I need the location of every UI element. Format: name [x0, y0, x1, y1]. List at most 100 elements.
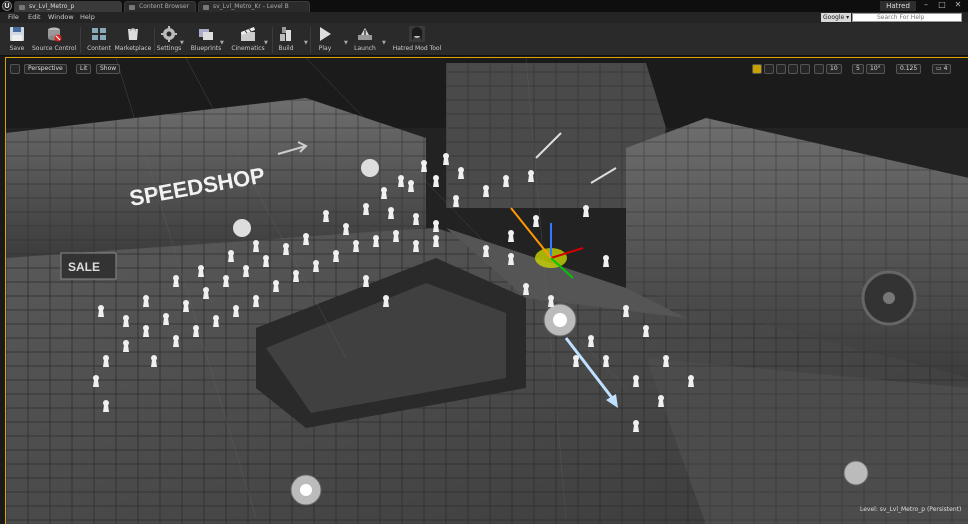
player-start-marker[interactable] — [383, 295, 389, 307]
grid-size-button[interactable]: 10 — [826, 64, 842, 74]
player-start-marker[interactable] — [163, 313, 169, 325]
grid-snap-icon[interactable] — [814, 64, 824, 74]
player-start-marker[interactable] — [483, 245, 489, 257]
player-start-marker[interactable] — [283, 243, 289, 255]
marketplace-button[interactable]: Marketplace — [114, 24, 152, 55]
player-start-marker[interactable] — [313, 260, 319, 272]
search-provider-dropdown[interactable]: Google ▾ — [821, 13, 851, 22]
player-start-marker[interactable] — [398, 175, 404, 187]
tab-content-browser[interactable]: Content Browser — [124, 1, 196, 12]
scale-snap-button[interactable]: 0.125 — [896, 64, 922, 74]
player-start-marker[interactable] — [98, 305, 104, 317]
player-start-marker[interactable] — [213, 315, 219, 327]
player-start-marker[interactable] — [151, 355, 157, 367]
level-viewport[interactable]: SALE SPEEDSHOP Perspective Lit Show 10 5… — [5, 57, 968, 524]
player-start-marker[interactable] — [603, 255, 609, 267]
settings-button[interactable]: Settings ▼ — [156, 24, 184, 55]
translate-snap-icon[interactable] — [752, 64, 762, 74]
player-start-marker[interactable] — [323, 210, 329, 222]
scene-render[interactable]: SALE SPEEDSHOP — [6, 58, 968, 524]
menu-file[interactable]: File — [8, 13, 19, 21]
player-start-marker[interactable] — [408, 180, 414, 192]
menu-edit[interactable]: Edit — [28, 13, 41, 21]
player-start-marker[interactable] — [343, 223, 349, 235]
player-start-marker[interactable] — [588, 335, 594, 347]
viewport-options-icon[interactable] — [10, 64, 20, 74]
player-start-marker[interactable] — [583, 205, 589, 217]
player-start-marker[interactable] — [643, 325, 649, 337]
grid-toggle-icon[interactable] — [764, 64, 774, 74]
player-start-marker[interactable] — [503, 175, 509, 187]
player-start-marker[interactable] — [103, 400, 109, 412]
player-start-marker[interactable] — [433, 175, 439, 187]
player-start-marker[interactable] — [388, 207, 394, 219]
player-start-marker[interactable] — [688, 375, 694, 387]
player-start-marker[interactable] — [123, 315, 129, 327]
player-start-marker[interactable] — [253, 295, 259, 307]
play-button[interactable]: Play ▼ — [314, 24, 348, 55]
player-start-marker[interactable] — [93, 375, 99, 387]
player-start-marker[interactable] — [458, 167, 464, 179]
player-start-marker[interactable] — [353, 240, 359, 252]
hatred-mod-tool-button[interactable]: Hatred Mod Tool — [392, 24, 442, 55]
player-start-marker[interactable] — [203, 287, 209, 299]
player-start-marker[interactable] — [223, 275, 229, 287]
cinematics-button[interactable]: Cinematics ▼ — [230, 24, 268, 55]
player-start-marker[interactable] — [508, 230, 514, 242]
player-start-marker[interactable] — [183, 300, 189, 312]
player-start-marker[interactable] — [533, 215, 539, 227]
player-start-marker[interactable] — [381, 187, 387, 199]
chevron-down-icon[interactable]: ▼ — [304, 40, 308, 46]
player-start-marker[interactable] — [198, 265, 204, 277]
launch-button[interactable]: Launch ▼ — [352, 24, 386, 55]
chevron-down-icon[interactable]: ▼ — [344, 40, 348, 46]
player-start-marker[interactable] — [233, 305, 239, 317]
chevron-down-icon[interactable]: ▼ — [220, 40, 224, 46]
player-start-marker[interactable] — [303, 233, 309, 245]
player-start-marker[interactable] — [143, 295, 149, 307]
maximize-button[interactable]: □ — [934, 0, 950, 11]
player-start-marker[interactable] — [623, 305, 629, 317]
player-start-marker[interactable] — [263, 255, 269, 267]
player-start-marker[interactable] — [363, 203, 369, 215]
player-start-marker[interactable] — [658, 395, 664, 407]
player-start-marker[interactable] — [123, 340, 129, 352]
player-start-marker[interactable] — [293, 270, 299, 282]
chevron-down-icon[interactable]: ▼ — [264, 40, 268, 46]
content-button[interactable]: Content — [86, 24, 112, 55]
close-button[interactable]: ✕ — [950, 0, 966, 11]
player-start-marker[interactable] — [633, 420, 639, 432]
minimize-button[interactable]: – — [918, 0, 934, 11]
player-start-marker[interactable] — [421, 160, 427, 172]
world-local-icon[interactable] — [776, 64, 786, 74]
player-start-marker[interactable] — [508, 253, 514, 265]
player-start-marker[interactable] — [413, 240, 419, 252]
player-start-marker[interactable] — [663, 355, 669, 367]
player-start-marker[interactable] — [143, 325, 149, 337]
player-start-marker[interactable] — [253, 240, 259, 252]
player-start-marker[interactable] — [373, 235, 379, 247]
user-name[interactable]: Hatred — [880, 1, 916, 11]
player-start-marker[interactable] — [193, 325, 199, 337]
search-input[interactable] — [852, 13, 962, 22]
player-start-marker[interactable] — [523, 283, 529, 295]
player-start-marker[interactable] — [173, 275, 179, 287]
tab-level[interactable]: sv_Lvl_Metro_p — [14, 1, 122, 12]
build-button[interactable]: Build ▼ — [276, 24, 308, 55]
player-start-marker[interactable] — [548, 295, 554, 307]
player-start-marker[interactable] — [573, 355, 579, 367]
player-start-marker[interactable] — [453, 195, 459, 207]
chevron-down-icon[interactable]: ▼ — [180, 40, 184, 46]
chevron-down-icon[interactable]: ▼ — [382, 40, 386, 46]
player-start-marker[interactable] — [633, 375, 639, 387]
source-control-button[interactable]: Source Control — [32, 24, 76, 55]
menu-help[interactable]: Help — [80, 13, 95, 21]
player-start-marker[interactable] — [433, 235, 439, 247]
player-start-marker[interactable] — [433, 220, 439, 232]
player-start-marker[interactable] — [173, 335, 179, 347]
scale-icon[interactable] — [800, 64, 810, 74]
player-start-marker[interactable] — [483, 185, 489, 197]
show-flags-button[interactable]: Show — [96, 64, 121, 74]
camera-speed-button[interactable]: ▭ 4 — [932, 64, 952, 74]
save-button[interactable]: Save — [6, 24, 28, 55]
